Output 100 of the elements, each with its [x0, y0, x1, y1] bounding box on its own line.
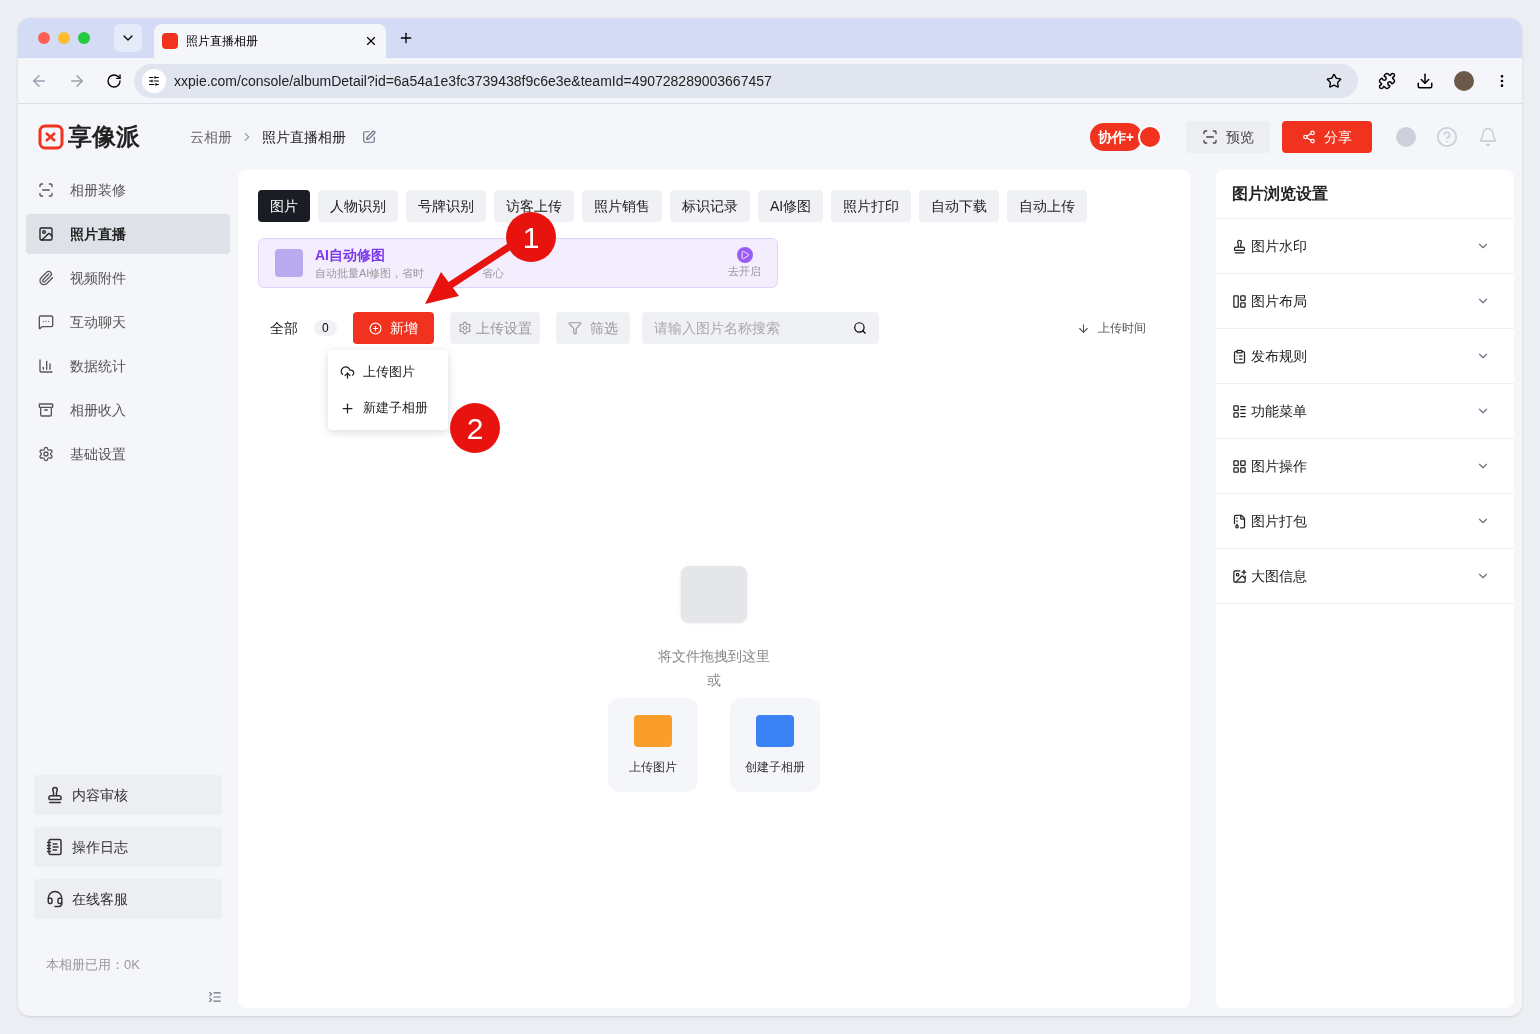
- sidebar-item[interactable]: 相册装修: [26, 170, 230, 210]
- chat-icon: [38, 314, 54, 330]
- preview-button[interactable]: 预览: [1186, 121, 1270, 153]
- sidebar-item[interactable]: 照片直播: [26, 214, 230, 254]
- breadcrumb-current: 照片直播相册: [262, 128, 346, 147]
- paperclip-icon: [38, 270, 54, 286]
- search-field[interactable]: 请输入图片名称搜索: [641, 312, 879, 344]
- empty-action-button[interactable]: 创建子相册: [730, 698, 820, 792]
- search-icon[interactable]: [852, 321, 867, 335]
- tab[interactable]: 自动上传: [1007, 190, 1088, 222]
- grid-icon: [1232, 458, 1247, 474]
- settings-label: 图片布局: [1251, 292, 1308, 311]
- share-button[interactable]: 分享: [1282, 121, 1372, 153]
- new-tab-icon[interactable]: [398, 30, 414, 46]
- sidebar-button[interactable]: 在线客服: [34, 878, 222, 919]
- close-icon[interactable]: [364, 34, 378, 48]
- settings-icon: [457, 321, 472, 335]
- breadcrumb-link[interactable]: 云相册: [190, 127, 232, 147]
- chart-icon: [38, 358, 54, 374]
- bookmark-icon[interactable]: [1326, 72, 1342, 89]
- settings-label: 发布规则: [1251, 347, 1308, 366]
- list-icon: [1232, 403, 1247, 419]
- download-icon[interactable]: [1416, 71, 1434, 90]
- empty-action-button[interactable]: 上传图片: [608, 698, 698, 792]
- layout-icon: [1232, 293, 1247, 309]
- count-badge: 0: [314, 320, 337, 336]
- stamp-icon: [46, 785, 64, 804]
- sidebar-item[interactable]: 相册收入: [26, 390, 230, 430]
- add-button[interactable]: 新增: [352, 312, 434, 344]
- scan-icon: [38, 182, 54, 198]
- settings-item[interactable]: 大图信息: [1216, 549, 1514, 604]
- image-icon: [1232, 568, 1247, 584]
- stamp-icon: [1232, 238, 1247, 254]
- tab[interactable]: 照片销售: [582, 190, 662, 222]
- avatar-icon[interactable]: [1454, 70, 1474, 91]
- settings-item[interactable]: 图片操作: [1216, 439, 1514, 494]
- tab-title: 照片直播相册: [186, 33, 259, 49]
- reload-icon[interactable]: [106, 72, 122, 89]
- address-bar[interactable]: xxpie.com/console/albumDetail?id=6a54a1e3fc3739438f9c6e3e&teamId=490728289003667457: [134, 63, 1358, 98]
- settings-icon: [38, 446, 54, 462]
- cloud-upload-icon: [340, 364, 355, 380]
- tab[interactable]: 自动下载: [919, 190, 1000, 222]
- edit-icon[interactable]: [362, 130, 376, 144]
- tab[interactable]: AI修图: [758, 190, 824, 222]
- tab[interactable]: 人物识别: [318, 190, 398, 222]
- url-text: xxpie.com/console/albumDetail?id=6a54a1e3fc3739438f9c6e3e&teamId=490728289003667457: [174, 71, 773, 91]
- tab[interactable]: 号牌识别: [406, 190, 486, 222]
- menu-item[interactable]: 新建子相册: [328, 390, 448, 426]
- collab-button[interactable]: 协作+: [1089, 123, 1142, 151]
- or-text: 或: [707, 671, 721, 690]
- settings-item[interactable]: 图片打包: [1216, 494, 1514, 549]
- sidebar-item[interactable]: 基础设置: [26, 434, 230, 474]
- archive-icon: [38, 402, 54, 418]
- site-settings-button[interactable]: [142, 68, 166, 93]
- tab[interactable]: 图片: [258, 190, 310, 222]
- menu-item[interactable]: 上传图片: [328, 354, 448, 390]
- sidebar-item[interactable]: 互动聊天: [26, 302, 230, 342]
- drop-hint: 将文件拖拽到这里: [658, 647, 770, 666]
- browser-tab[interactable]: 照片直播相册: [154, 24, 386, 58]
- settings-item[interactable]: 发布规则: [1216, 329, 1514, 384]
- share-icon: [1302, 130, 1316, 144]
- settings-label: 图片打包: [1251, 512, 1308, 531]
- image-icon: [38, 226, 54, 242]
- settings-label: 功能菜单: [1251, 402, 1308, 421]
- settings-item[interactable]: 图片水印: [1216, 219, 1514, 274]
- clipboard-icon: [1232, 348, 1247, 364]
- tab[interactable]: 访客上传: [494, 190, 574, 222]
- tab[interactable]: 标识记录: [670, 190, 750, 222]
- logo-icon: [38, 124, 64, 150]
- settings-item[interactable]: 功能菜单: [1216, 384, 1514, 439]
- arrow-down-icon: [1077, 321, 1090, 335]
- banner-subtitle: 省心: [482, 265, 505, 281]
- play-icon[interactable]: [736, 246, 753, 263]
- annotation-marker: 2: [450, 403, 500, 453]
- collapse-icon[interactable]: [208, 990, 222, 1004]
- settings-label: 图片操作: [1251, 457, 1308, 476]
- notebook-icon: [46, 837, 64, 856]
- scan-icon: [1202, 129, 1218, 145]
- tab-list-button[interactable]: [114, 24, 142, 52]
- tab[interactable]: 照片打印: [831, 190, 912, 222]
- collab-avatar-icon: [1138, 125, 1162, 149]
- settings-label: 大图信息: [1251, 567, 1308, 586]
- file-icon: [1232, 513, 1247, 529]
- banner-subtitle: 自动批量AI修图，省时: [315, 265, 425, 281]
- settings-label: 图片水印: [1251, 237, 1308, 256]
- sort-button[interactable]: 上传时间: [1077, 320, 1146, 336]
- favicon-icon: [162, 33, 178, 49]
- plus-icon: [340, 400, 355, 416]
- usage-text: 本相册已用：0K: [46, 955, 141, 974]
- sidebar-button[interactable]: 操作日志: [34, 826, 222, 867]
- sidebar-item[interactable]: 视频附件: [26, 258, 230, 298]
- sidebar-item[interactable]: 数据统计: [26, 346, 230, 386]
- all-label: 全部: [270, 319, 298, 338]
- logo-text: 享像派: [68, 122, 140, 152]
- headset-icon: [46, 889, 64, 908]
- plus-circle-icon: [368, 321, 382, 335]
- extensions-icon[interactable]: [1378, 71, 1396, 90]
- sliders-icon: [148, 74, 160, 87]
- settings-item[interactable]: 图片布局: [1216, 274, 1514, 329]
- sidebar-button[interactable]: 内容审核: [34, 774, 222, 815]
